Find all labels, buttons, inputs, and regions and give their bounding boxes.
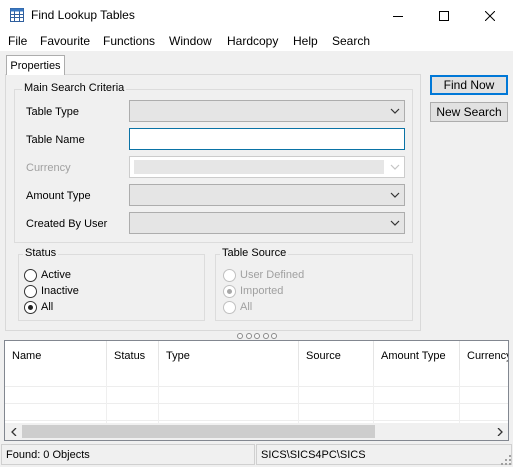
grip-dot-icon [262,333,269,339]
menu-bar: File Favourite Functions Window Hardcopy… [0,31,513,51]
empty-row [5,404,508,421]
chevron-down-icon [390,164,400,170]
radio-circle-icon [223,268,236,282]
source-imported-label: Imported [240,285,284,297]
menu-help[interactable]: Help [293,34,318,48]
chevron-down-icon [390,220,400,226]
grip-dot-icon [237,333,243,339]
maximize-button[interactable] [421,0,467,31]
status-group-title: Status [23,247,59,259]
status-inactive-label: Inactive [41,285,79,297]
maximize-icon [439,10,449,21]
window-title: Find Lookup Tables [31,8,135,22]
minimize-button[interactable] [375,0,421,31]
column-divider [106,370,107,423]
tab-properties[interactable]: Properties [6,55,65,75]
chevron-right-icon [497,427,503,436]
currency-value-area [134,160,384,174]
grip-dot-icon [245,333,252,339]
scrollbar-thumb[interactable] [22,425,375,438]
column-header-name[interactable]: Name [5,341,107,370]
table-name-label: Table Name [26,134,85,146]
status-found-count: Found: 0 Objects [1,444,255,465]
menu-favourite[interactable]: Favourite [40,34,90,48]
source-user-defined-label: User Defined [240,269,305,281]
source-all-radio[interactable]: All [223,300,252,314]
find-now-button[interactable]: Find Now [430,75,508,95]
client-area: Properties Main Search Criteria Table Ty… [0,51,513,443]
status-active-radio[interactable]: Active [24,268,71,282]
status-all-label: All [41,301,54,313]
empty-row [5,387,508,404]
amount-type-label: Amount Type [26,190,91,202]
status-path: SICS\SICS4PC\SICS [256,444,512,465]
menu-window[interactable]: Window [169,34,212,48]
chevron-left-icon [10,427,16,436]
radio-checked-icon [223,284,236,298]
minimize-icon [393,15,403,17]
column-divider [373,370,374,423]
column-divider [158,370,159,423]
table-type-combo[interactable] [129,100,405,122]
column-divider [459,370,460,423]
menu-file[interactable]: File [8,34,27,48]
column-header-currency[interactable]: Currency [460,341,508,370]
status-inactive-radio[interactable]: Inactive [24,284,79,298]
column-header-type[interactable]: Type [159,341,299,370]
currency-label: Currency [26,162,71,174]
status-all-radio[interactable]: All [24,300,53,314]
close-button[interactable] [467,0,513,31]
table-name-input[interactable] [129,128,405,150]
menu-functions[interactable]: Functions [103,34,155,48]
created-by-user-label: Created By User [26,218,108,230]
splitter-grip[interactable] [237,332,277,340]
column-header-source[interactable]: Source [299,341,374,370]
close-icon [485,10,495,21]
status-bar: Found: 0 Objects SICS\SICS4PC\SICS [0,443,513,467]
table-source-group: Table Source User Defined Imported All [215,247,413,321]
table-source-group-title: Table Source [220,247,289,259]
properties-panel: Main Search Criteria Table Type Table Na… [5,74,421,331]
status-active-label: Active [41,269,71,281]
title-bar: Find Lookup Tables [0,0,513,31]
created-by-user-combo[interactable] [129,212,405,234]
amount-type-combo[interactable] [129,184,405,206]
radio-circle-icon [24,268,37,282]
scroll-left-button[interactable] [5,423,22,440]
table-type-label: Table Type [26,106,80,118]
new-search-button[interactable]: New Search [430,102,508,122]
radio-circle-icon [24,284,37,298]
results-grid[interactable]: Name Status Type Source Amount Type Curr… [4,340,509,441]
table-app-icon [10,8,24,22]
radio-circle-icon [223,300,236,314]
status-group: Status Active Inactive All [18,247,205,321]
scroll-right-button[interactable] [491,423,508,440]
source-imported-radio[interactable]: Imported [223,284,283,298]
horizontal-scrollbar[interactable] [5,423,508,440]
column-header-status[interactable]: Status [107,341,159,370]
chevron-down-icon [390,108,400,114]
grip-dot-icon [271,333,277,339]
column-header-amount-type[interactable]: Amount Type [374,341,460,370]
column-divider [298,370,299,423]
grip-dot-icon [254,333,260,339]
currency-combo[interactable] [129,156,405,178]
size-grip-icon[interactable] [501,455,511,465]
radio-checked-icon [24,300,37,314]
source-all-label: All [240,301,253,313]
main-search-criteria-title: Main Search Criteria [22,82,127,94]
chevron-down-icon [390,192,400,198]
grid-header: Name Status Type Source Amount Type Curr… [5,341,508,370]
empty-row [5,370,508,387]
menu-search[interactable]: Search [332,34,370,48]
source-user-defined-radio[interactable]: User Defined [223,268,304,282]
menu-hardcopy[interactable]: Hardcopy [227,34,278,48]
